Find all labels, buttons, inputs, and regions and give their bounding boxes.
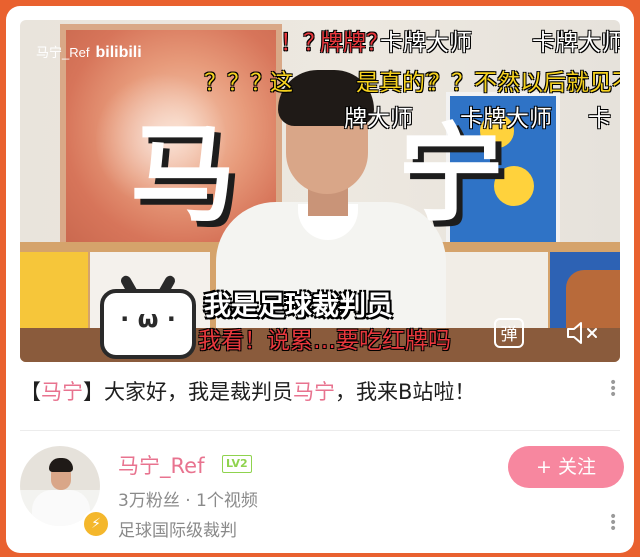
danmaku-comment: 牌大师 — [344, 106, 413, 132]
author-description: 足球国际级裁判 — [118, 521, 237, 541]
video-card: 马 宁 ！？ 牌牌？ 卡牌大师 卡牌大师 ？？？ 这 是真的？ ？？不然以后就见… — [6, 6, 634, 553]
author-name[interactable]: 马宁_Ref — [118, 450, 204, 480]
danmaku-comment: 这 — [270, 70, 293, 96]
bilibili-tv-icon: · ω · — [100, 273, 196, 359]
mute-icon[interactable] — [566, 320, 602, 346]
danmaku-comment: 卡牌大师 — [380, 30, 472, 56]
author-more-icon[interactable]: • • • — [609, 510, 617, 536]
level-badge: LV2 — [222, 455, 252, 473]
danmaku-comment: 我看！说累…要吃红牌吗 — [198, 328, 451, 354]
danmaku-comment: 牌牌？ — [320, 30, 389, 56]
danmaku-comment: 卡牌大师 — [460, 106, 552, 132]
danmaku-comment: 卡牌大师 — [532, 30, 620, 56]
danmaku-comment: 卡 — [588, 106, 611, 132]
danmaku-comment: ？？？ — [204, 70, 273, 96]
follow-button[interactable]: + 关注 — [508, 446, 624, 488]
post-title[interactable]: 【马宁】大家好，我是裁判员马宁，我来B站啦！ — [20, 376, 475, 406]
author-stats: 3万粉丝 · 1个视频 — [118, 491, 258, 511]
danmaku-toggle-button[interactable]: 弹 — [494, 318, 524, 348]
bilibili-logo: bilibili — [95, 44, 142, 61]
verified-bolt-icon: ⚡ — [82, 510, 110, 538]
danmaku-comment: ？？不然以后就见不 — [428, 70, 620, 96]
video-subtitle: 我是足球裁判员 — [204, 291, 393, 322]
divider — [20, 430, 620, 431]
channel-watermark: 马宁_Ref bilibili — [36, 44, 142, 61]
video-player[interactable]: 马 宁 ！？ 牌牌？ 卡牌大师 卡牌大师 ？？？ 这 是真的？ ？？不然以后就见… — [20, 20, 620, 362]
post-more-icon[interactable]: • • • — [609, 376, 617, 402]
